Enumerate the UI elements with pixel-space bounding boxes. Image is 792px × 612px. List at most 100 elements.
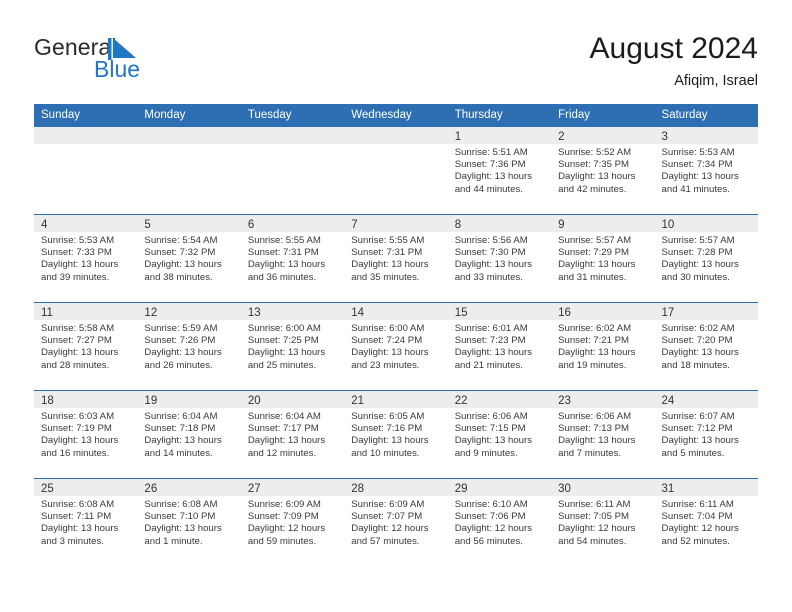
day-cell[interactable]: 25 Sunrise: 6:08 AM Sunset: 7:11 PM Dayligh…	[34, 479, 138, 566]
day-cell[interactable]	[240, 127, 345, 214]
sunset-text: Sunset: 7:18 PM	[144, 423, 216, 435]
day-cell[interactable]	[34, 127, 138, 214]
day-number-band: 17	[654, 303, 758, 320]
day-cell[interactable]: 2 Sunrise: 5:52 AM Sunset: 7:35 PM Daylight…	[551, 127, 655, 214]
day-number: 16	[558, 307, 571, 319]
sunrise-text: Sunrise: 6:05 AM	[351, 411, 425, 422]
day-cell[interactable]: 10 Sunrise: 5:57 AM Sunset: 7:28 PM Dayligh…	[654, 215, 758, 302]
day-info: Sunrise: 6:11 AM Sunset: 7:04 PM Daylight:…	[655, 496, 758, 548]
day-cell[interactable]: 18 Sunrise: 6:03 AM Sunset: 7:19 PM Dayligh…	[34, 391, 138, 478]
daylight-line2: and 14 minutes.	[144, 447, 213, 459]
day-number: 18	[41, 395, 54, 407]
day-cell[interactable]: 6 Sunrise: 5:55 AM Sunset: 7:31 PM Daylight…	[240, 215, 345, 302]
day-cell[interactable]: 29 Sunrise: 6:10 AM Sunset: 7:06 PM Dayligh…	[447, 479, 552, 566]
weekday-wednesday: Wednesday	[351, 109, 412, 121]
day-cell[interactable]: 14 Sunrise: 6:00 AM Sunset: 7:24 PM Dayligh…	[344, 303, 448, 390]
sunrise-text: Sunrise: 6:11 AM	[661, 499, 734, 510]
day-cell[interactable]: 31 Sunrise: 6:11 AM Sunset: 7:04 PM Dayligh…	[654, 479, 758, 566]
daylight-line2: and 19 minutes.	[558, 359, 627, 371]
weekday-monday: Monday	[144, 109, 186, 121]
sunset-text: Sunset: 7:35 PM	[558, 159, 630, 171]
page-title: August 2024	[589, 32, 758, 65]
day-number: 23	[558, 395, 571, 407]
day-cell[interactable]: 16 Sunrise: 6:02 AM Sunset: 7:21 PM Dayligh…	[551, 303, 655, 390]
day-info: Sunrise: 5:55 AM Sunset: 7:31 PM Daylight:…	[344, 232, 447, 284]
day-cell[interactable]: 1 Sunrise: 5:51 AM Sunset: 7:36 PM Daylight…	[447, 127, 552, 214]
day-cell[interactable]: 5 Sunrise: 5:54 AM Sunset: 7:32 PM Daylight…	[137, 215, 241, 302]
sunset-text: Sunset: 7:04 PM	[661, 511, 733, 523]
day-cell[interactable]: 30 Sunrise: 6:11 AM Sunset: 7:05 PM Dayligh…	[551, 479, 655, 566]
day-number: 22	[454, 395, 468, 407]
day-info: Sunrise: 5:54 AM Sunset: 7:32 PM Daylight:…	[137, 232, 240, 284]
sunrise-text: Sunrise: 6:09 AM	[247, 499, 321, 510]
day-number: 28	[351, 483, 365, 495]
day-number: 21	[351, 395, 365, 407]
sunset-text: Sunset: 7:17 PM	[247, 423, 319, 435]
day-cell[interactable]: 28 Sunrise: 6:09 AM Sunset: 7:07 PM Dayligh…	[344, 479, 448, 566]
day-cell[interactable]: 13 Sunrise: 6:00 AM Sunset: 7:25 PM Dayligh…	[240, 303, 345, 390]
daylight-line2: and 18 minutes.	[661, 359, 730, 371]
day-cell[interactable]	[137, 127, 241, 214]
day-cell[interactable]: 24 Sunrise: 6:07 AM Sunset: 7:12 PM Dayligh…	[654, 391, 758, 478]
sunset-text: Sunset: 7:26 PM	[144, 335, 216, 347]
week-row: 11 Sunrise: 5:58 AM Sunset: 7:27 PM Dayligh…	[34, 302, 758, 390]
day-number-band: 14	[344, 303, 448, 320]
brand-name-blue: Blue	[94, 56, 141, 82]
day-cell[interactable]: 11 Sunrise: 5:58 AM Sunset: 7:27 PM Dayligh…	[34, 303, 138, 390]
day-cell[interactable]: 4 Sunrise: 5:53 AM Sunset: 7:33 PM Daylight…	[34, 215, 138, 302]
day-cell[interactable]: 26 Sunrise: 6:08 AM Sunset: 7:10 PM Dayligh…	[137, 479, 241, 566]
daylight-line2: and 39 minutes.	[41, 271, 110, 283]
day-number-band: 11	[34, 303, 138, 320]
daylight-line2: and 1 minute.	[144, 535, 203, 547]
day-number: 11	[41, 307, 53, 319]
sunset-text: Sunset: 7:20 PM	[661, 335, 733, 347]
sunrise-text: Sunrise: 6:06 AM	[454, 411, 528, 422]
page-header: General Blue August 2024 Afiqim, Israel	[34, 30, 758, 96]
daylight-line2: and 41 minutes.	[661, 183, 730, 195]
day-cell[interactable]: 22 Sunrise: 6:06 AM Sunset: 7:15 PM Dayligh…	[447, 391, 552, 478]
day-info: Sunrise: 6:11 AM Sunset: 7:05 PM Daylight:…	[551, 496, 654, 548]
page-subtitle: Afiqim, Israel	[674, 73, 758, 89]
sunset-text: Sunset: 7:15 PM	[454, 423, 526, 435]
daylight-line1: Daylight: 13 hours	[661, 347, 739, 359]
day-info: Sunrise: 5:59 AM Sunset: 7:26 PM Daylight:…	[137, 320, 240, 372]
day-number: 31	[661, 483, 675, 495]
sunrise-text: Sunrise: 5:55 AM	[351, 235, 425, 246]
sunrise-text: Sunrise: 6:07 AM	[661, 411, 735, 422]
day-number-band: 24	[654, 391, 758, 408]
day-cell[interactable]: 12 Sunrise: 5:59 AM Sunset: 7:26 PM Dayligh…	[137, 303, 241, 390]
sunrise-text: Sunrise: 5:54 AM	[144, 235, 218, 246]
brand-logo[interactable]: General Blue	[34, 34, 294, 94]
daylight-line1: Daylight: 13 hours	[558, 347, 636, 359]
sunset-text: Sunset: 7:29 PM	[558, 247, 630, 259]
day-info: Sunrise: 5:53 AM Sunset: 7:33 PM Daylight:…	[34, 232, 137, 284]
day-cell[interactable]: 20 Sunrise: 6:04 AM Sunset: 7:17 PM Dayligh…	[240, 391, 345, 478]
sunset-text: Sunset: 7:13 PM	[558, 423, 630, 435]
day-info: Sunrise: 6:06 AM Sunset: 7:13 PM Daylight:…	[551, 408, 654, 460]
week-row: 25 Sunrise: 6:08 AM Sunset: 7:11 PM Dayligh…	[34, 478, 758, 566]
day-number: 25	[41, 483, 54, 495]
day-cell[interactable]: 27 Sunrise: 6:09 AM Sunset: 7:09 PM Dayligh…	[240, 479, 345, 566]
sunset-text: Sunset: 7:12 PM	[661, 423, 733, 435]
day-number-band: 21	[344, 391, 448, 408]
daylight-line1: Daylight: 13 hours	[41, 435, 119, 447]
daylight-line2: and 42 minutes.	[558, 183, 627, 195]
day-cell[interactable]: 7 Sunrise: 5:55 AM Sunset: 7:31 PM Daylight…	[344, 215, 448, 302]
day-info: Sunrise: 5:53 AM Sunset: 7:34 PM Daylight:…	[655, 144, 758, 196]
day-cell[interactable]: 19 Sunrise: 6:04 AM Sunset: 7:18 PM Dayligh…	[137, 391, 241, 478]
daylight-line2: and 9 minutes.	[454, 447, 518, 459]
day-cell[interactable]: 3 Sunrise: 5:53 AM Sunset: 7:34 PM Daylight…	[654, 127, 758, 214]
day-cell[interactable]	[344, 127, 448, 214]
daylight-line1: Daylight: 13 hours	[144, 259, 222, 271]
daylight-line1: Daylight: 13 hours	[454, 347, 533, 359]
day-cell[interactable]: 23 Sunrise: 6:06 AM Sunset: 7:13 PM Dayligh…	[551, 391, 655, 478]
day-cell[interactable]: 17 Sunrise: 6:02 AM Sunset: 7:20 PM Dayligh…	[654, 303, 758, 390]
day-cell[interactable]: 21 Sunrise: 6:05 AM Sunset: 7:16 PM Dayligh…	[344, 391, 448, 478]
daylight-line2: and 7 minutes.	[558, 447, 622, 459]
day-info: Sunrise: 5:55 AM Sunset: 7:31 PM Daylight:…	[241, 232, 344, 284]
day-cell[interactable]: 8 Sunrise: 5:56 AM Sunset: 7:30 PM Daylight…	[447, 215, 552, 302]
day-cell[interactable]: 9 Sunrise: 5:57 AM Sunset: 7:29 PM Daylight…	[551, 215, 655, 302]
day-cell[interactable]: 15 Sunrise: 6:01 AM Sunset: 7:23 PM Dayligh…	[447, 303, 552, 390]
daylight-line2: and 33 minutes.	[454, 271, 523, 283]
weekday-sunday: Sunday	[41, 109, 81, 121]
